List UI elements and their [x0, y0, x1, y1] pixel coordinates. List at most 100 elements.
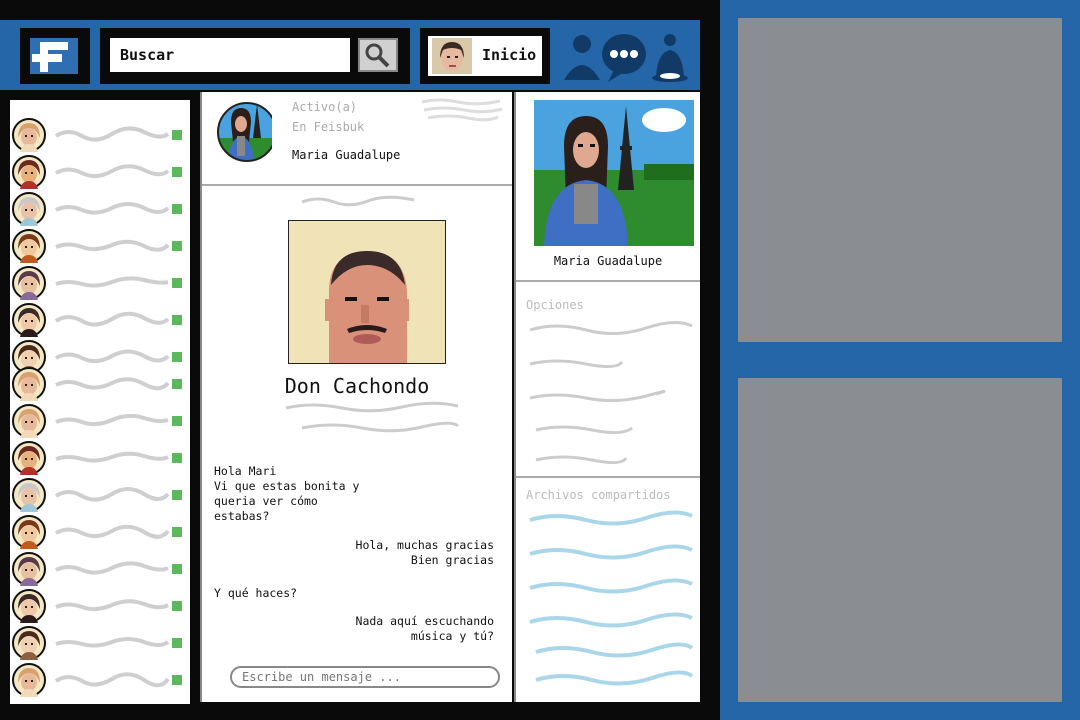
- friend-avatar-icon: [12, 552, 46, 586]
- friend-list-item[interactable]: [10, 118, 190, 152]
- friend-name-placeholder: [54, 164, 170, 178]
- status-text: Activo(a): [292, 100, 358, 114]
- divider: [516, 280, 700, 282]
- message-input[interactable]: [230, 666, 500, 688]
- messages-icon[interactable]: [602, 34, 646, 82]
- friend-avatar-icon: [12, 404, 46, 438]
- online-indicator: [172, 315, 182, 325]
- friend-list-item[interactable]: [10, 229, 190, 263]
- friend-avatar-icon: [12, 118, 46, 152]
- friend-name-placeholder: [54, 672, 170, 688]
- friend-avatar-icon: [12, 441, 46, 475]
- friend-list-item[interactable]: [10, 441, 190, 475]
- friend-list-item[interactable]: [10, 155, 190, 189]
- friend-avatar-icon: [12, 303, 46, 337]
- online-indicator: [172, 601, 182, 611]
- friend-avatar-icon: [12, 266, 46, 300]
- friend-list-item[interactable]: [10, 515, 190, 549]
- ad-slot-top: [738, 18, 1062, 342]
- online-indicator: [172, 278, 182, 288]
- app-window: Inicio: [0, 0, 1080, 720]
- shared-files-title: Archivos compartidos: [526, 488, 671, 502]
- friend-list-item[interactable]: [10, 303, 190, 337]
- feisbuk-logo-icon: [28, 36, 80, 76]
- friend-name-placeholder: [55, 637, 170, 648]
- friend-name-placeholder: [54, 311, 170, 327]
- friend-list-item[interactable]: [10, 266, 190, 300]
- user-avatar-icon: [432, 38, 472, 74]
- online-indicator: [172, 379, 182, 389]
- message-sent: Hola Mari Vi que estas bonita y queria v…: [214, 464, 360, 523]
- shared-files-placeholder[interactable]: [526, 510, 698, 686]
- friend-avatar-icon: [12, 589, 46, 623]
- friend-avatar-icon: [12, 515, 46, 549]
- notifications-icon[interactable]: [652, 34, 688, 82]
- friend-list-item[interactable]: [10, 478, 190, 512]
- profile-photo[interactable]: [288, 220, 446, 364]
- top-icon-group: [558, 30, 698, 84]
- search-button[interactable]: [358, 38, 398, 72]
- online-indicator: [172, 564, 182, 574]
- message-sent: Y qué haces?: [214, 586, 298, 600]
- profile-picture[interactable]: [534, 100, 694, 246]
- friend-list-item[interactable]: [10, 367, 190, 401]
- friend-avatar-icon: [12, 192, 46, 226]
- divider: [516, 476, 700, 478]
- home-button[interactable]: Inicio: [428, 36, 542, 76]
- search-bar: [100, 28, 410, 84]
- friend-avatar-icon: [12, 155, 46, 189]
- friend-avatar-icon: [12, 663, 46, 697]
- friend-name-placeholder: [55, 451, 169, 463]
- online-indicator: [172, 675, 182, 685]
- friend-name-placeholder: [54, 126, 170, 142]
- online-indicator: [172, 453, 182, 463]
- logo-button[interactable]: [20, 28, 90, 84]
- online-indicator: [172, 352, 182, 362]
- options-list-placeholder[interactable]: [526, 318, 696, 468]
- friend-name-placeholder: [55, 377, 170, 391]
- online-indicator: [172, 204, 182, 214]
- friend-list-item[interactable]: [10, 589, 190, 623]
- friend-name-placeholder: [55, 239, 170, 252]
- friend-list-item[interactable]: [10, 192, 190, 226]
- friends-icon[interactable]: [564, 35, 600, 80]
- contact-name[interactable]: Maria Guadalupe: [292, 148, 400, 162]
- friend-avatar-icon: [12, 478, 46, 512]
- home-label: Inicio: [482, 46, 537, 64]
- online-indicator: [172, 490, 182, 500]
- friend-list-item[interactable]: [10, 626, 190, 660]
- ad-slot-bottom: [738, 378, 1062, 702]
- options-title: Opciones: [526, 298, 584, 312]
- profile-panel-name[interactable]: Maria Guadalupe: [516, 254, 700, 268]
- contact-avatar[interactable]: [212, 98, 272, 166]
- search-input[interactable]: [110, 38, 350, 72]
- friend-name-placeholder: [54, 524, 170, 539]
- scribble-placeholder: [421, 98, 503, 122]
- scribble-placeholder: [301, 195, 415, 207]
- friend-name-placeholder: [55, 599, 170, 612]
- online-indicator: [172, 638, 182, 648]
- online-indicator: [172, 527, 182, 537]
- friend-name-placeholder: [55, 202, 170, 215]
- online-indicator: [172, 416, 182, 426]
- message-received: Hola, muchas gracias Bien gracias: [355, 538, 494, 567]
- online-indicator: [172, 241, 182, 251]
- friend-list-item[interactable]: [10, 552, 190, 586]
- friend-avatar-icon: [12, 229, 46, 263]
- friend-list-item[interactable]: [10, 663, 190, 697]
- profile-sidebar: Maria Guadalupe Opciones Archivos compar…: [514, 92, 700, 702]
- divider: [202, 184, 512, 186]
- friend-avatar-icon: [12, 367, 46, 401]
- chat-panel: Activo(a) En Feisbuk Maria Guadalupe Don…: [200, 92, 512, 702]
- friend-name-placeholder: [55, 413, 169, 427]
- status-location: En Feisbuk: [292, 120, 365, 134]
- friend-name-placeholder: [55, 276, 169, 288]
- home-nav: Inicio: [420, 28, 550, 84]
- friend-list-item[interactable]: [10, 404, 190, 438]
- scribble-placeholder: [285, 401, 460, 433]
- profile-name[interactable]: Don Cachondo: [202, 374, 512, 398]
- message-received: Nada aquí escuchando música y tú?: [355, 614, 494, 643]
- magnifier-icon: [365, 43, 390, 68]
- online-indicator: [172, 130, 182, 140]
- online-indicator: [172, 167, 182, 177]
